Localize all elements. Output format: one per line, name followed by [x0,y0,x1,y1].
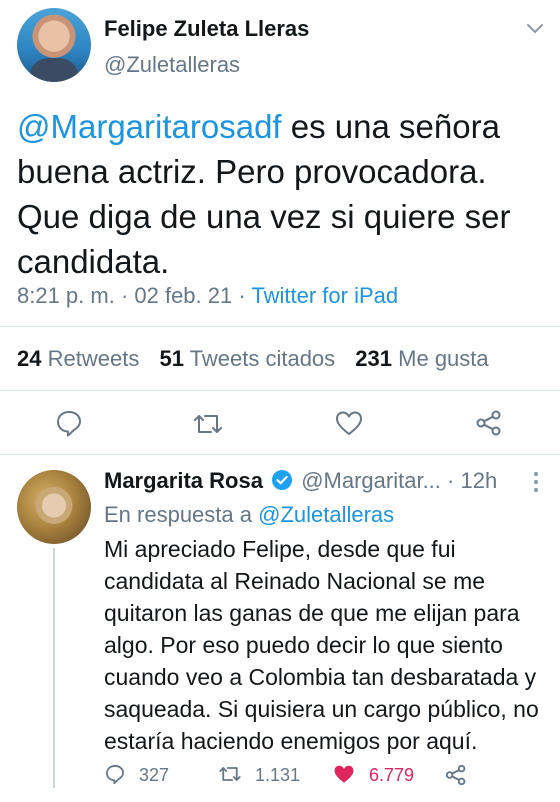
retweet-icon[interactable] [192,410,224,438]
reply-author-name[interactable]: Margarita Rosa [104,468,263,493]
verified-icon [271,469,293,497]
tweet-meta: 8:21 p. m. · 02 feb. 21 · Twitter for iP… [17,283,398,309]
retweets-count[interactable]: 24 [17,346,41,371]
author-handle[interactable]: @Zuletalleras [104,52,240,78]
reply-time: · 12h [447,468,498,493]
reply-action[interactable]: 327 [104,763,169,790]
divider [0,390,560,391]
retweet-count: 1.131 [255,765,301,785]
likes-count[interactable]: 231 [355,346,392,371]
share-icon[interactable] [444,763,468,787]
quotes-count[interactable]: 51 [159,346,183,371]
thread-line [53,548,55,788]
reply-author-handle[interactable]: @Margaritar... [301,468,441,493]
tweet-timestamp: 8:21 p. m. · 02 feb. 21 · [17,283,252,308]
more-icon[interactable] [532,470,540,494]
author-name[interactable]: Felipe Zuleta Lleras [104,16,309,42]
source-link[interactable]: Twitter for iPad [251,283,398,308]
divider [0,454,560,455]
reply-header: Margarita Rosa @Margaritar... · 12h [104,468,497,497]
chevron-down-icon[interactable] [524,20,546,38]
tweet-text: @Margaritarosadf es una señora buena act… [17,104,537,284]
likes-label[interactable]: Me gusta [398,346,489,371]
reply-icon[interactable] [54,408,84,438]
stats-row: 24 Retweets 51 Tweets citados 231 Me gus… [17,346,489,372]
like-icon[interactable] [334,409,364,437]
avatar[interactable] [17,8,91,82]
mention-link[interactable]: @Margaritarosadf [17,108,282,145]
like-icon[interactable] [332,763,356,790]
in-reply-to: En respuesta a @Zuletalleras [104,502,394,528]
like-action[interactable]: 6.779 [332,763,414,790]
share-icon[interactable] [474,408,504,438]
divider [0,326,560,327]
reply-icon[interactable] [104,763,126,790]
quotes-label[interactable]: Tweets citados [190,346,336,371]
in-reply-prefix: En respuesta a [104,502,259,527]
retweets-label[interactable]: Retweets [48,346,140,371]
like-count: 6.779 [369,765,415,785]
retweet-action[interactable]: 1.131 [218,763,300,790]
in-reply-handle[interactable]: @Zuletalleras [258,502,394,527]
reply-text: Mi apreciado Felipe, desde que fui candi… [104,536,539,754]
retweet-icon[interactable] [218,763,242,790]
reply-count: 327 [139,765,170,785]
avatar[interactable] [17,470,91,544]
